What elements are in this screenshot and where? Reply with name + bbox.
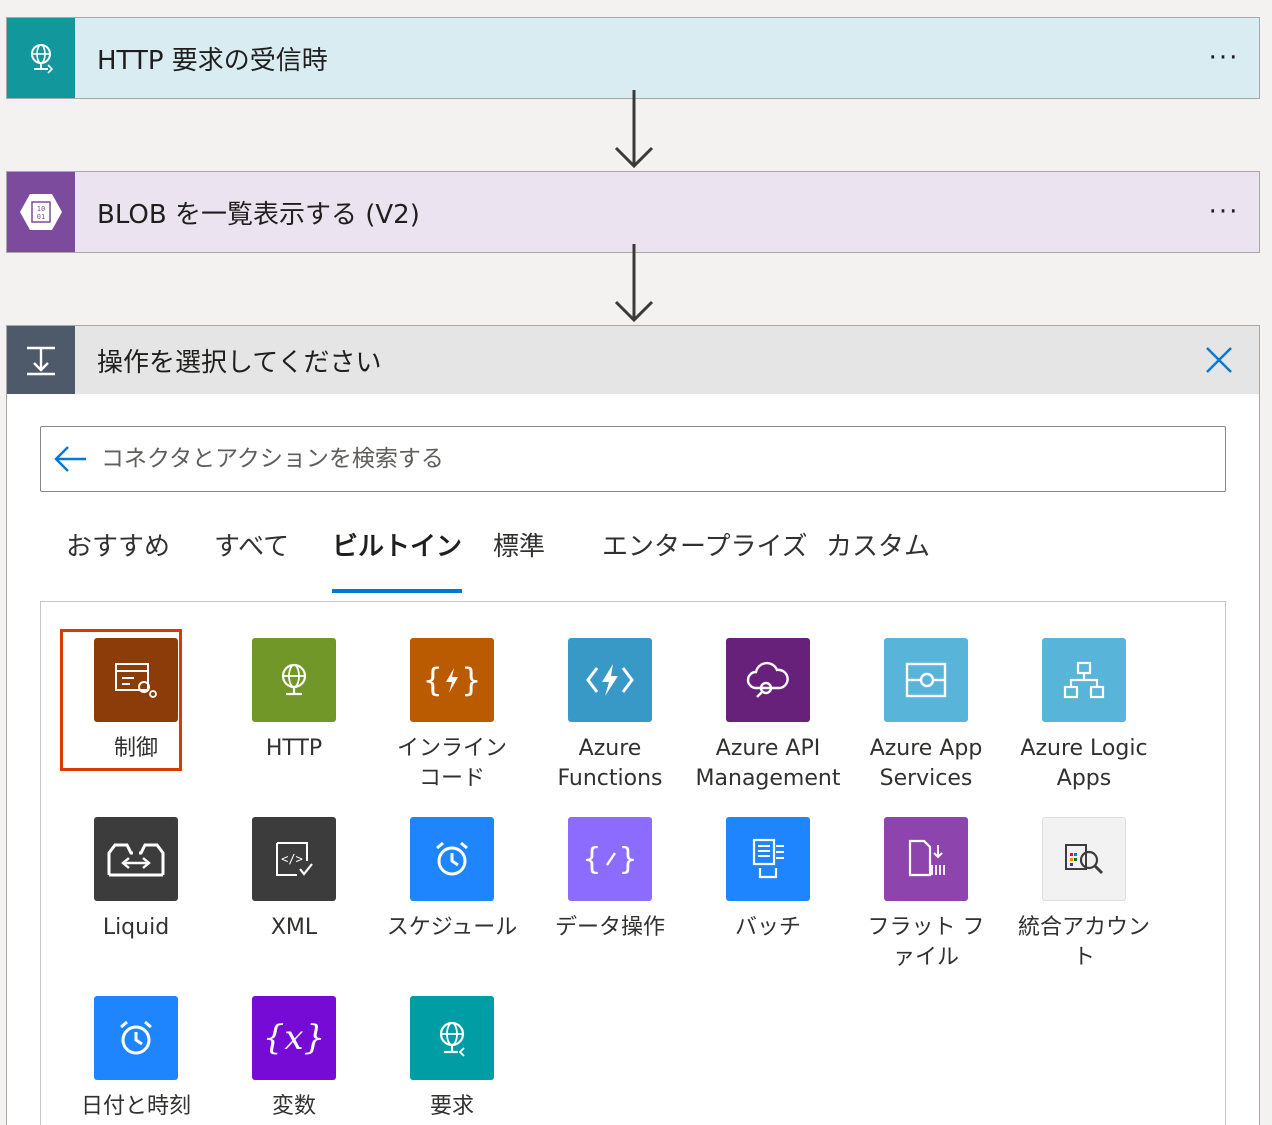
alarm-clock-icon xyxy=(410,817,494,901)
connector-label: HTTP xyxy=(265,736,323,761)
batch-icon xyxy=(726,817,810,901)
tab-custom[interactable]: カスタム xyxy=(826,521,930,593)
step-title: BLOB を一覧表示する (V2) xyxy=(97,199,420,230)
connector-azure-api-management[interactable]: Azure API Management xyxy=(693,638,843,794)
arrow-down-icon xyxy=(614,244,654,323)
connector-azure-app-services[interactable]: Azure App Services xyxy=(851,638,1001,794)
connector-date-time[interactable]: 日付と時刻 xyxy=(61,996,211,1122)
tab-all[interactable]: すべて xyxy=(214,521,289,593)
choose-operation-panel: 操作を選択してください おすすめ すべて ビルトイン 標準 エンタープライズ カ… xyxy=(6,325,1260,1125)
connector-label: 制御 xyxy=(113,736,158,761)
connector-azure-functions[interactable]: Azure Functions xyxy=(535,638,685,794)
tab-standard[interactable]: 標準 xyxy=(493,521,545,593)
connector-variables[interactable]: {x} 変数 xyxy=(219,996,369,1122)
more-options-button[interactable]: ··· xyxy=(1189,43,1259,73)
action-placeholder-icon xyxy=(7,326,75,394)
connector-label: 日付と時刻 xyxy=(80,1094,191,1119)
connector-xml[interactable]: </> XML xyxy=(219,817,369,943)
xml-icon: </> xyxy=(252,817,336,901)
connector-label: 変数 xyxy=(271,1094,316,1119)
connector-liquid[interactable]: Liquid xyxy=(61,817,211,943)
connector-label: データ操作 xyxy=(554,915,665,940)
globe-icon xyxy=(252,638,336,722)
connector-label: Azure API Management xyxy=(695,736,841,791)
connector-inline-code[interactable]: { } インライン コード xyxy=(377,638,527,794)
logic-apps-icon xyxy=(1042,638,1126,722)
data-operations-icon: { } xyxy=(568,817,652,901)
connector-integration-account[interactable]: 統合アカウン ト xyxy=(1009,817,1159,973)
connector-label: 統合アカウン ト xyxy=(1017,915,1150,970)
step-title: HTTP 要求の受信時 xyxy=(97,45,328,76)
connector-label: 要求 xyxy=(429,1094,474,1119)
close-icon[interactable] xyxy=(1199,340,1239,380)
connector-schedule[interactable]: スケジュール xyxy=(377,817,527,943)
connector-grid: 制御 HTTP { } インライン コード Azure Functions Az… xyxy=(40,601,1226,1125)
connector-label: スケジュール xyxy=(386,915,518,940)
tab-enterprise[interactable]: エンタープライズ xyxy=(602,521,808,593)
search-box xyxy=(40,426,1226,492)
trigger-step-http[interactable]: HTTP 要求の受信時 ··· xyxy=(6,17,1260,99)
connector-http[interactable]: HTTP xyxy=(219,638,369,764)
connector-flat-file[interactable]: フラット フ ァイル xyxy=(851,817,1001,973)
app-services-icon xyxy=(884,638,968,722)
svg-text:{x}: {x} xyxy=(263,1018,325,1058)
tab-recommended[interactable]: おすすめ xyxy=(66,521,170,593)
search-input[interactable] xyxy=(101,446,1225,472)
back-arrow-icon[interactable] xyxy=(41,427,101,491)
functions-icon xyxy=(568,638,652,722)
svg-text:10: 10 xyxy=(37,205,45,213)
connector-request[interactable]: 要求 xyxy=(377,996,527,1122)
integration-account-icon xyxy=(1042,817,1126,901)
connector-label: Azure Logic Apps xyxy=(1020,736,1148,791)
request-icon xyxy=(410,996,494,1080)
category-tabs: おすすめ すべて ビルトイン 標準 エンタープライズ カスタム xyxy=(40,521,1230,593)
liquid-icon xyxy=(94,817,178,901)
control-icon xyxy=(94,638,178,722)
svg-text:</>: </> xyxy=(281,852,303,866)
panel-header: 操作を選択してください xyxy=(7,326,1259,394)
http-request-icon xyxy=(7,18,75,98)
connector-label: インライン コード xyxy=(396,736,507,791)
connector-azure-logic-apps[interactable]: Azure Logic Apps xyxy=(1009,638,1159,794)
arrow-down-icon xyxy=(614,90,654,169)
connector-label: Azure App Services xyxy=(869,736,983,791)
connector-label: Liquid xyxy=(102,915,170,940)
connector-label: フラット フ ァイル xyxy=(867,915,985,970)
connector-control[interactable]: 制御 xyxy=(60,629,211,771)
connector-data-operations[interactable]: { } データ操作 xyxy=(535,817,685,943)
date-time-icon xyxy=(94,996,178,1080)
connector-label: XML xyxy=(270,915,318,940)
inline-code-icon: { } xyxy=(410,638,494,722)
more-options-button[interactable]: ··· xyxy=(1189,197,1259,227)
action-step-list-blobs[interactable]: 10 01 BLOB を一覧表示する (V2) ··· xyxy=(6,171,1260,253)
connector-batch[interactable]: バッチ xyxy=(693,817,843,943)
flat-file-icon xyxy=(884,817,968,901)
blob-storage-icon: 10 01 xyxy=(7,172,75,252)
variables-icon: {x} xyxy=(252,996,336,1080)
connector-label: Azure Functions xyxy=(557,736,663,791)
svg-text:01: 01 xyxy=(37,213,45,221)
panel-title: 操作を選択してください xyxy=(97,347,382,378)
api-management-icon xyxy=(726,638,810,722)
tab-builtin[interactable]: ビルトイン xyxy=(332,521,463,593)
connector-label: バッチ xyxy=(734,915,801,940)
